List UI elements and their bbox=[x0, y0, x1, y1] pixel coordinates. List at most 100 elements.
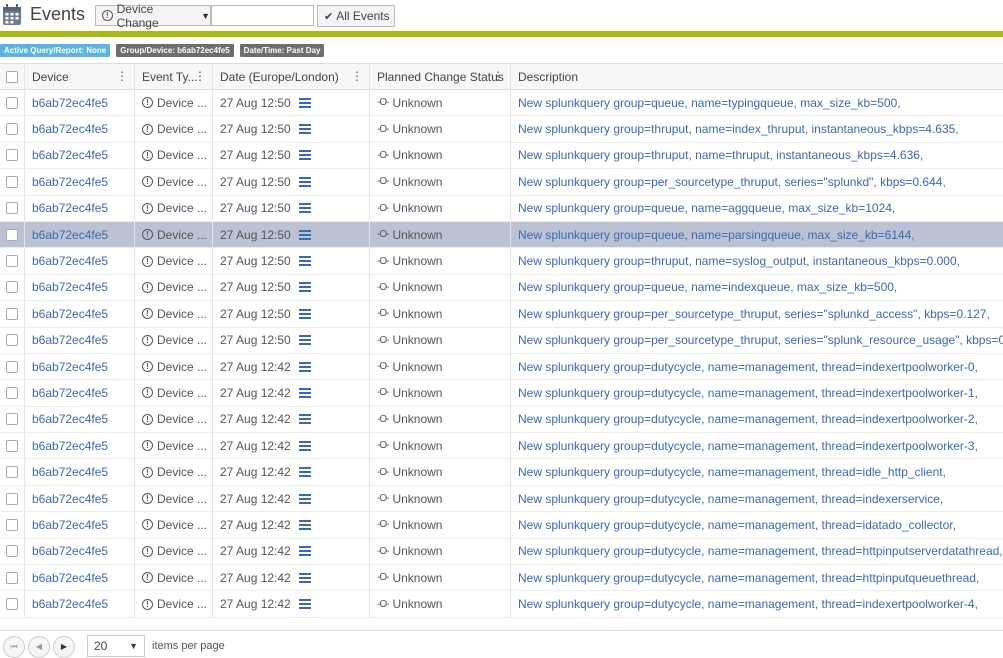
table-row[interactable]: b6ab72ec4fe5! Device ... 27 Aug 12:50 -O- Un… bbox=[0, 116, 1003, 143]
device-link[interactable]: b6ab72ec4fe5 bbox=[32, 571, 108, 585]
device-link[interactable]: b6ab72ec4fe5 bbox=[32, 228, 108, 242]
description-link[interactable]: New splunkquery group=dutycycle, name=ma… bbox=[518, 465, 946, 479]
table-row[interactable]: b6ab72ec4fe5! Device ... 27 Aug 12:50 -O- Un… bbox=[0, 327, 1003, 354]
items-per-page-select[interactable]: 20 ▼ bbox=[87, 635, 145, 657]
row-checkbox[interactable] bbox=[6, 175, 18, 188]
device-link[interactable]: b6ab72ec4fe5 bbox=[32, 597, 108, 611]
column-menu-icon[interactable]: ⋮ bbox=[492, 70, 504, 82]
description-link[interactable]: New splunkquery group=dutycycle, name=ma… bbox=[518, 544, 1003, 558]
description-link[interactable]: New splunkquery group=queue, name=parsin… bbox=[518, 228, 915, 242]
description-link[interactable]: New splunkquery group=thruput, name=sysl… bbox=[518, 254, 960, 268]
list-icon[interactable] bbox=[298, 546, 311, 557]
date-time-chip[interactable]: Date/Time: Past Day bbox=[239, 44, 325, 57]
list-icon[interactable] bbox=[298, 229, 311, 240]
device-link[interactable]: b6ab72ec4fe5 bbox=[32, 518, 108, 532]
table-row[interactable]: b6ab72ec4fe5! Device ... 27 Aug 12:42 -O- Un… bbox=[0, 591, 1003, 618]
row-checkbox[interactable] bbox=[6, 307, 18, 320]
table-row[interactable]: b6ab72ec4fe5! Device ... 27 Aug 12:42 -O- Un… bbox=[0, 380, 1003, 407]
description-link[interactable]: New splunkquery group=per_sourcetype_thr… bbox=[518, 307, 990, 321]
list-icon[interactable] bbox=[298, 282, 311, 293]
list-icon[interactable] bbox=[298, 599, 311, 610]
description-link[interactable]: New splunkquery group=dutycycle, name=ma… bbox=[518, 360, 978, 374]
device-link[interactable]: b6ab72ec4fe5 bbox=[32, 280, 108, 294]
column-menu-icon[interactable]: ⋮ bbox=[351, 70, 363, 82]
description-link[interactable]: New splunkquery group=dutycycle, name=ma… bbox=[518, 518, 956, 532]
all-events-button[interactable]: ✔ All Events bbox=[317, 5, 395, 27]
description-link[interactable]: New splunkquery group=per_sourcetype_thr… bbox=[518, 175, 946, 189]
table-row[interactable]: b6ab72ec4fe5! Device ... 27 Aug 12:42 -O- Un… bbox=[0, 406, 1003, 434]
device-link[interactable]: b6ab72ec4fe5 bbox=[32, 412, 108, 426]
column-header-description[interactable]: Description bbox=[511, 64, 1003, 89]
description-link[interactable]: New splunkquery group=thruput, name=thru… bbox=[518, 148, 923, 162]
device-link[interactable]: b6ab72ec4fe5 bbox=[32, 96, 108, 110]
list-icon[interactable] bbox=[298, 124, 311, 135]
table-row[interactable]: b6ab72ec4fe5! Device ... 27 Aug 12:42 -O- Un… bbox=[0, 485, 1003, 513]
list-icon[interactable] bbox=[298, 97, 311, 108]
device-link[interactable]: b6ab72ec4fe5 bbox=[32, 333, 108, 347]
device-link[interactable]: b6ab72ec4fe5 bbox=[32, 386, 108, 400]
device-link[interactable]: b6ab72ec4fe5 bbox=[32, 544, 108, 558]
list-icon[interactable] bbox=[298, 493, 311, 504]
device-link[interactable]: b6ab72ec4fe5 bbox=[32, 122, 108, 136]
row-checkbox[interactable] bbox=[6, 96, 18, 109]
list-icon[interactable] bbox=[298, 203, 311, 214]
event-filter-select[interactable]: ! Device Change ▼ bbox=[95, 2, 211, 30]
device-link[interactable]: b6ab72ec4fe5 bbox=[32, 148, 108, 162]
description-link[interactable]: New splunkquery group=dutycycle, name=ma… bbox=[518, 571, 979, 585]
filter-input[interactable] bbox=[211, 5, 314, 26]
table-row[interactable]: b6ab72ec4fe5! Device ... 27 Aug 12:50 -O- Un… bbox=[0, 221, 1003, 249]
row-checkbox[interactable] bbox=[6, 439, 18, 452]
list-icon[interactable] bbox=[298, 150, 311, 161]
list-icon[interactable] bbox=[298, 440, 311, 451]
previous-page-button[interactable]: ◀ bbox=[28, 636, 50, 658]
list-icon[interactable] bbox=[298, 176, 311, 187]
device-link[interactable]: b6ab72ec4fe5 bbox=[32, 465, 108, 479]
table-row[interactable]: b6ab72ec4fe5! Device ... 27 Aug 12:42 -O- Un… bbox=[0, 512, 1003, 539]
table-row[interactable]: b6ab72ec4fe5! Device ... 27 Aug 12:50 -O- Un… bbox=[0, 142, 1003, 170]
row-checkbox[interactable] bbox=[6, 123, 18, 136]
row-checkbox[interactable] bbox=[6, 386, 18, 399]
table-row[interactable]: b6ab72ec4fe5! Device ... 27 Aug 12:50 -O- Un… bbox=[0, 90, 1003, 117]
list-icon[interactable] bbox=[298, 414, 311, 425]
device-link[interactable]: b6ab72ec4fe5 bbox=[32, 360, 108, 374]
device-link[interactable]: b6ab72ec4fe5 bbox=[32, 175, 108, 189]
list-icon[interactable] bbox=[298, 335, 311, 346]
table-row[interactable]: b6ab72ec4fe5! Device ... 27 Aug 12:42 -O- Un… bbox=[0, 353, 1003, 381]
device-link[interactable]: b6ab72ec4fe5 bbox=[32, 439, 108, 453]
list-icon[interactable] bbox=[298, 467, 311, 478]
description-link[interactable]: New splunkquery group=dutycycle, name=ma… bbox=[518, 492, 943, 506]
list-icon[interactable] bbox=[298, 519, 311, 530]
list-icon[interactable] bbox=[298, 361, 311, 372]
row-checkbox[interactable] bbox=[6, 492, 18, 505]
select-all-checkbox[interactable] bbox=[6, 70, 18, 83]
column-header-device[interactable]: Device ⋮ bbox=[25, 64, 135, 89]
description-link[interactable]: New splunkquery group=dutycycle, name=ma… bbox=[518, 412, 978, 426]
description-link[interactable]: New splunkquery group=queue, name=aggque… bbox=[518, 201, 895, 215]
row-checkbox[interactable] bbox=[6, 149, 18, 162]
device-link[interactable]: b6ab72ec4fe5 bbox=[32, 492, 108, 506]
next-page-button[interactable]: ▶ bbox=[53, 636, 75, 658]
description-link[interactable]: New splunkquery group=per_sourcetype_thr… bbox=[518, 333, 1003, 347]
list-icon[interactable] bbox=[298, 387, 311, 398]
description-link[interactable]: New splunkquery group=dutycycle, name=ma… bbox=[518, 386, 978, 400]
group-device-chip[interactable]: Group/Device: b6ab72ec4fe5 bbox=[116, 44, 234, 57]
row-checkbox[interactable] bbox=[6, 202, 18, 215]
list-icon[interactable] bbox=[298, 308, 311, 319]
description-link[interactable]: New splunkquery group=dutycycle, name=ma… bbox=[518, 597, 978, 611]
row-checkbox[interactable] bbox=[6, 466, 18, 479]
active-query-chip[interactable]: Active Query/Report: None bbox=[0, 44, 111, 57]
row-checkbox[interactable] bbox=[6, 518, 18, 531]
table-row[interactable]: b6ab72ec4fe5! Device ... 27 Aug 12:50 -O- Un… bbox=[0, 274, 1003, 302]
column-header-planned-change-status[interactable]: Planned Change Status ⋮ bbox=[370, 64, 511, 89]
column-header-date[interactable]: Date (Europe/London) ⋮ bbox=[213, 64, 370, 89]
table-row[interactable]: b6ab72ec4fe5! Device ... 27 Aug 12:50 -O- Un… bbox=[0, 195, 1003, 222]
row-checkbox[interactable] bbox=[6, 255, 18, 268]
description-link[interactable]: New splunkquery group=thruput, name=inde… bbox=[518, 122, 959, 136]
list-icon[interactable] bbox=[298, 256, 311, 267]
device-link[interactable]: b6ab72ec4fe5 bbox=[32, 254, 108, 268]
description-link[interactable]: New splunkquery group=queue, name=typing… bbox=[518, 96, 901, 110]
list-icon[interactable] bbox=[298, 572, 311, 583]
table-row[interactable]: b6ab72ec4fe5! Device ... 27 Aug 12:42 -O- Un… bbox=[0, 459, 1003, 486]
row-checkbox[interactable] bbox=[6, 281, 18, 294]
column-header-event-type[interactable]: Event Ty... ⋮ bbox=[135, 64, 213, 89]
